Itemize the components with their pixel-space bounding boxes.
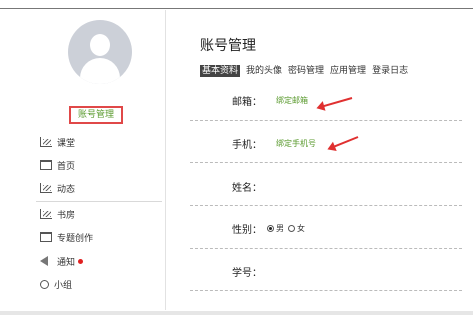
chart-icon bbox=[40, 209, 52, 219]
gender-label: 性别： bbox=[232, 225, 262, 236]
gender-female-label: 女 bbox=[297, 224, 305, 233]
chart-icon bbox=[40, 183, 52, 193]
window-icon bbox=[40, 232, 52, 242]
avatar-head-shape bbox=[90, 34, 110, 56]
account-management-button[interactable]: 账号管理 bbox=[69, 106, 123, 124]
tab-password[interactable]: 密码管理 bbox=[288, 65, 324, 77]
sidebar-item-label: 专题创作 bbox=[57, 233, 94, 244]
window-icon bbox=[40, 160, 52, 170]
speaker-icon bbox=[40, 256, 48, 266]
sidebar-divider bbox=[165, 10, 166, 310]
bind-email-link[interactable]: 绑定邮箱 bbox=[276, 95, 308, 106]
notification-dot bbox=[78, 258, 84, 264]
bottom-border bbox=[0, 311, 473, 315]
sidebar-item-notifications[interactable]: 通知 bbox=[40, 253, 84, 269]
sidebar-item-label: 首页 bbox=[57, 161, 76, 172]
name-label: 姓名： bbox=[232, 183, 262, 194]
gender-radio-group: 男 女 bbox=[267, 223, 305, 234]
student-id-label: 学号： bbox=[232, 268, 262, 279]
top-border bbox=[0, 8, 473, 9]
tab-login-log[interactable]: 登录日志 bbox=[372, 65, 408, 77]
avatar-body-shape bbox=[80, 58, 120, 84]
phone-arrow bbox=[331, 136, 359, 149]
gender-female-radio[interactable] bbox=[288, 225, 295, 232]
sidebar-item-activity[interactable]: 动态 bbox=[40, 180, 75, 196]
sidebar-item-group[interactable]: 小组 bbox=[40, 276, 72, 292]
sidebar-separator bbox=[36, 201, 162, 202]
bind-phone-link[interactable]: 绑定手机号 bbox=[276, 138, 316, 149]
people-icon bbox=[40, 279, 49, 289]
sidebar-item-classroom[interactable]: 课堂 bbox=[40, 134, 75, 150]
tab-avatar[interactable]: 我的头像 bbox=[246, 65, 282, 77]
phone-label: 手机： bbox=[232, 140, 262, 151]
page-title: 账号管理 bbox=[200, 38, 256, 54]
sidebar-item-topic-creation[interactable]: 专题创作 bbox=[40, 229, 93, 245]
tab-bar: 基本资料 我的头像 密码管理 应用管理 登录日志 bbox=[200, 65, 414, 77]
sidebar-item-label: 小组 bbox=[54, 280, 73, 291]
gender-male-radio[interactable] bbox=[267, 225, 274, 232]
email-label: 邮箱： bbox=[232, 97, 262, 108]
sidebar-item-label: 书房 bbox=[57, 210, 76, 221]
tab-basic-info[interactable]: 基本资料 bbox=[200, 65, 241, 77]
account-page: 账号管理 课堂 首页 动态 书房 专题创作 通知 小组 账号管理 基本资料 我的… bbox=[0, 0, 473, 315]
sidebar-item-label: 动态 bbox=[57, 184, 76, 195]
sidebar-item-label: 课堂 bbox=[57, 138, 76, 149]
row-divider bbox=[190, 290, 462, 291]
gender-male-label: 男 bbox=[276, 224, 284, 233]
row-divider bbox=[190, 248, 462, 249]
sidebar-item-label: 通知 bbox=[57, 257, 76, 268]
chart-icon bbox=[40, 137, 52, 147]
sidebar-item-home[interactable]: 首页 bbox=[40, 157, 75, 173]
sidebar-item-study[interactable]: 书房 bbox=[40, 206, 75, 222]
tab-apps[interactable]: 应用管理 bbox=[330, 65, 366, 77]
email-arrow bbox=[320, 97, 353, 108]
row-divider bbox=[190, 205, 462, 206]
row-divider bbox=[190, 162, 462, 163]
row-divider bbox=[190, 120, 462, 121]
avatar[interactable] bbox=[68, 20, 132, 84]
